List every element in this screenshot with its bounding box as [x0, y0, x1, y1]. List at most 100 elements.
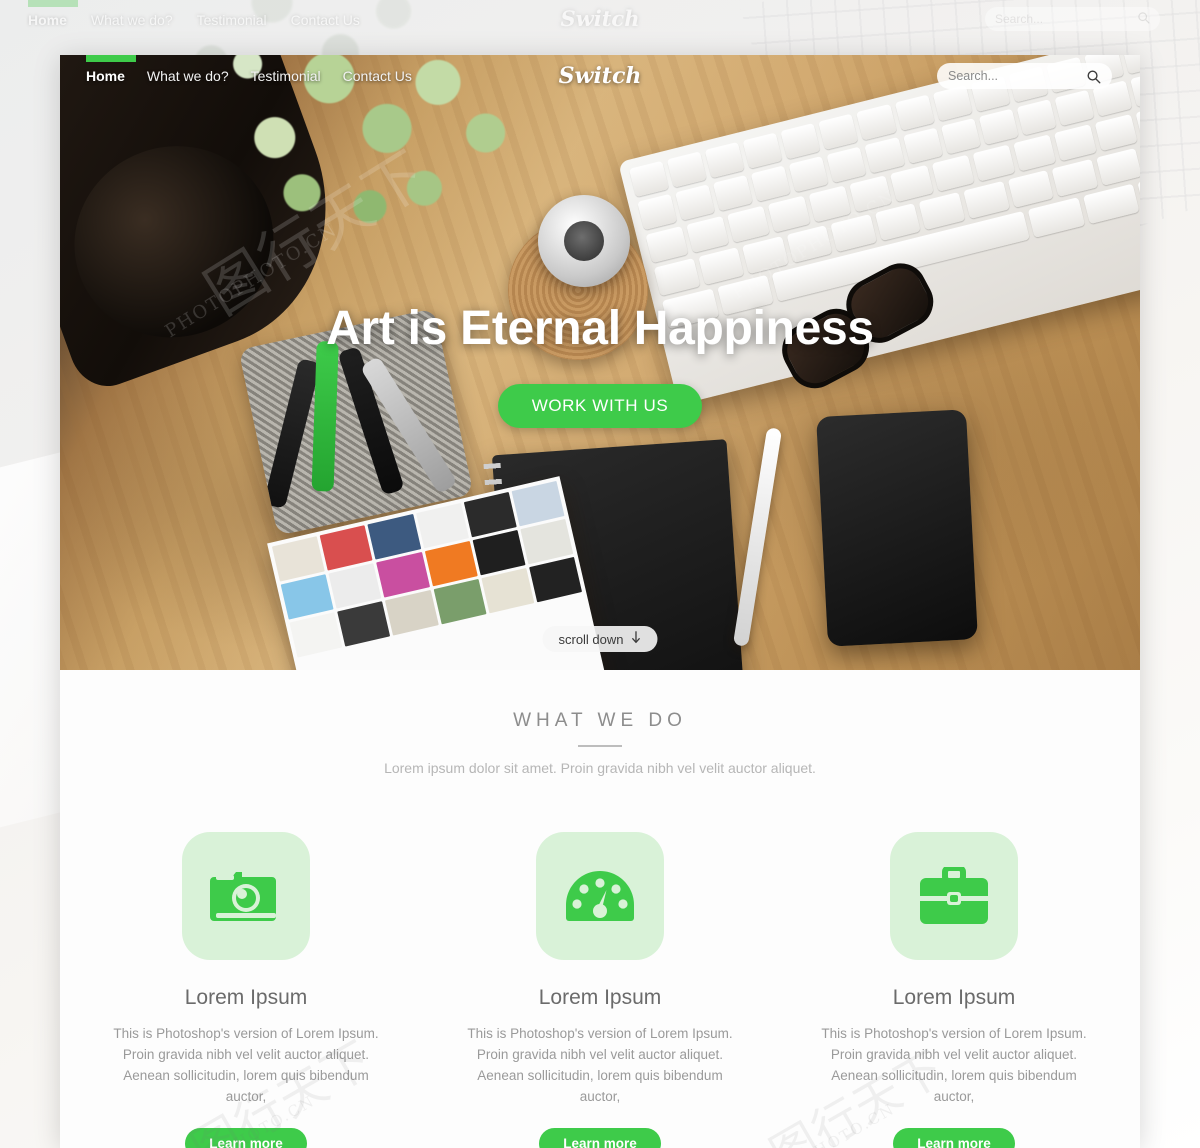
backdrop-header: Home What we do? Testimonial Contact Us … — [0, 0, 1200, 40]
keyboard-key — [830, 214, 877, 253]
keyboard-key — [856, 104, 897, 141]
feature-card-title: Lorem Ipsum — [892, 986, 1016, 1009]
backdrop-search-icon — [1137, 11, 1150, 27]
keyboard-key — [637, 193, 678, 231]
keyboard-key — [818, 113, 859, 150]
keyboard-key — [780, 122, 821, 160]
keyboard-key — [972, 144, 1016, 182]
learn-more-button[interactable]: Learn more — [185, 1127, 307, 1148]
magazine-thumb — [289, 612, 343, 658]
camera-icon — [182, 832, 310, 960]
hero-content: Art is Eternal Happiness WORK WITH US — [60, 301, 1140, 428]
work-with-us-button[interactable]: WORK WITH US — [497, 384, 703, 428]
keyboard-key — [713, 174, 754, 212]
feature-card-title: Lorem Ipsum — [538, 986, 662, 1009]
keyboard-key — [1051, 158, 1099, 197]
keyboard-key — [902, 127, 943, 164]
nav-item-testimonial[interactable]: Testimonial — [251, 68, 321, 84]
feature-card: Lorem Ipsum This is Photoshop's version … — [101, 832, 391, 1148]
keyboard-key — [894, 94, 935, 131]
keyboard-key — [704, 141, 745, 179]
keyboard-key — [653, 258, 701, 297]
hero-white-pen-photo — [732, 427, 783, 647]
magazine-thumb — [376, 552, 430, 598]
magazine-thumb — [463, 491, 517, 538]
keyboard-key — [931, 154, 975, 192]
keyboard-key — [1012, 134, 1056, 172]
speedometer-icon — [536, 832, 664, 960]
nav-item-home[interactable]: Home — [86, 68, 125, 84]
magazine-thumb — [424, 540, 478, 587]
keyboard-key — [849, 175, 893, 213]
keyboard-key — [940, 118, 981, 155]
keyboard-key — [786, 225, 833, 264]
magazine-thumb — [528, 556, 583, 603]
magazine-thumb — [385, 590, 439, 636]
search-box[interactable] — [937, 63, 1112, 89]
keyboard-key — [808, 185, 852, 223]
search-icon[interactable] — [1086, 69, 1101, 84]
feature-card-title: Lorem Ipsum — [184, 986, 308, 1009]
keyboard-key — [1095, 147, 1140, 186]
keyboard-key — [666, 151, 707, 188]
feature-card: Lorem Ipsum This is Photoshop's version … — [809, 832, 1099, 1148]
keyboard-key — [788, 155, 829, 193]
keyboard-key — [742, 236, 789, 275]
keyboard-key — [978, 108, 1019, 146]
website-frame: INSPIRAT WEB 图行天下 PHOTOPHOTO.CN PHOTOPHO… — [60, 55, 1140, 1148]
feature-card-text: This is Photoshop's version of Lorem Ips… — [467, 1026, 733, 1104]
magazine-thumb — [337, 601, 391, 647]
magazine-thumb — [319, 525, 373, 571]
keyboard-key — [919, 192, 966, 230]
feature-card-text: This is Photoshop's version of Lorem Ips… — [821, 1026, 1087, 1104]
keyboard-key — [1027, 197, 1085, 238]
section-divider — [578, 745, 622, 747]
keyboard-key — [1082, 183, 1140, 225]
keyboard-key — [697, 247, 745, 286]
hero-can-photo — [538, 195, 630, 287]
keyboard-key — [890, 164, 934, 203]
arrow-down-icon — [631, 631, 642, 647]
active-nav-indicator — [86, 55, 136, 62]
hero-section: INSPIRAT WEB 图行天下 PHOTOPHOTO.CN PHOTOPHO… — [60, 55, 1140, 670]
magazine-thumb — [367, 514, 421, 560]
keyboard-key — [963, 180, 1010, 219]
keyboard-key — [742, 132, 783, 169]
keyboard-key — [1094, 114, 1138, 152]
keyboard-key — [767, 195, 811, 233]
scroll-down-button[interactable]: scroll down — [542, 626, 658, 652]
keyboard-key — [826, 146, 867, 183]
feature-card: Lorem Ipsum This is Photoshop's version … — [455, 832, 745, 1148]
learn-more-button[interactable]: Learn more — [893, 1127, 1015, 1148]
learn-more-button[interactable]: Learn more — [539, 1127, 661, 1148]
scroll-down-label: scroll down — [558, 631, 624, 647]
keyboard-key — [750, 165, 792, 202]
backdrop-search: Search... — [985, 7, 1160, 31]
keyboard-key — [1007, 169, 1054, 208]
keyboard-key — [675, 184, 716, 221]
keyboard-key — [1053, 124, 1097, 162]
magazine-thumb — [328, 563, 382, 609]
magazine-thumb — [433, 578, 487, 625]
section-subtitle: Lorem ipsum dolor sit amet. Proin gravid… — [384, 760, 816, 776]
keyboard-key — [1016, 99, 1057, 136]
keyboard-key — [645, 226, 689, 264]
magazine-thumb — [481, 567, 535, 614]
nav-item-contact-us[interactable]: Contact Us — [343, 68, 412, 84]
keyboard-key — [686, 215, 730, 253]
magazine-thumb — [511, 480, 565, 527]
section-heading: WHAT WE DO — [513, 710, 687, 731]
keyboard-key — [874, 203, 922, 241]
primary-navigation: Home What we do? Testimonial Contact Us — [86, 68, 412, 84]
search-input[interactable] — [948, 69, 1078, 83]
nav-item-what-we-do[interactable]: What we do? — [147, 68, 229, 84]
keyboard-key — [864, 137, 905, 174]
feature-cards: Lorem Ipsum This is Photoshop's version … — [60, 832, 1140, 1148]
hero-phone-photo — [816, 409, 978, 647]
keyboard-key — [628, 160, 670, 198]
briefcase-icon — [890, 832, 1018, 960]
site-header: Home What we do? Testimonial Contact Us … — [60, 55, 1140, 97]
magazine-thumb — [472, 529, 526, 576]
magazine-thumb — [280, 574, 334, 620]
magazine-thumb — [415, 502, 469, 549]
